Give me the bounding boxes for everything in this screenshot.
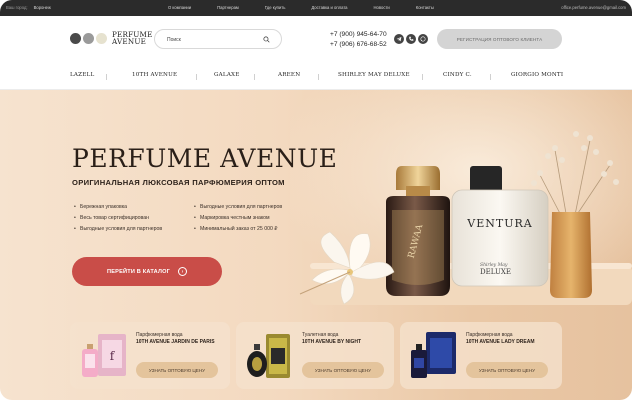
brand-divider xyxy=(196,74,197,80)
product-name[interactable]: 10TH AVENUE BY NIGHT xyxy=(302,339,388,345)
messenger-links xyxy=(394,34,428,44)
brand-divider xyxy=(106,74,107,80)
get-wholesale-price-button[interactable]: УЗНАТЬ ОПТОВУЮ ЦЕНУ xyxy=(136,362,218,378)
product-image-jardin-de-paris: f xyxy=(82,334,126,377)
telegram-icon[interactable] xyxy=(394,34,404,44)
top-nav-about[interactable]: О компании xyxy=(168,5,191,10)
brand-divider xyxy=(422,74,423,80)
logo-mark[interactable] xyxy=(70,33,107,44)
go-to-catalog-button[interactable]: ПЕРЕЙТИ В КАТАЛОГ › xyxy=(72,257,222,286)
top-nav-contacts[interactable]: Контакты xyxy=(416,5,434,10)
city-selector[interactable]: Ваш город: Воронеж xyxy=(6,5,51,10)
brand-divider xyxy=(254,74,255,80)
product-card[interactable]: f Парфюмерная вода 10TH AVENUE JARDIN DE… xyxy=(70,322,230,389)
search-icon[interactable] xyxy=(263,36,270,43)
hero-feature-item: Маркировка честным знаком xyxy=(194,215,270,221)
vase-body xyxy=(550,212,592,298)
top-nav-news[interactable]: Новости xyxy=(374,5,390,10)
top-nav-delivery[interactable]: Доставка и оплата xyxy=(311,5,347,10)
product-name[interactable]: 10TH AVENUE JARDIN DE PARIS xyxy=(136,339,224,345)
product-type: Туалетная вода xyxy=(302,332,339,338)
brand-cindy-c[interactable]: CINDY C. xyxy=(443,72,472,78)
get-wholesale-price-button[interactable]: УЗНАТЬ ОПТОВУЮ ЦЕНУ xyxy=(466,362,548,378)
contact-email[interactable]: office.perfume.avenue@gmail.com xyxy=(561,5,626,10)
city-label: Ваш город: xyxy=(6,5,28,10)
get-wholesale-price-button[interactable]: УЗНАТЬ ОПТОВУЮ ЦЕНУ xyxy=(302,362,384,378)
top-nav-partners[interactable]: Партнерам xyxy=(217,5,239,10)
search-box[interactable] xyxy=(154,29,282,49)
phone-1[interactable]: +7 (900) 945-64-70 xyxy=(330,30,387,40)
hero-feature-item: Бережная упаковка xyxy=(74,204,127,210)
logo-dot-grey xyxy=(83,33,94,44)
brand-giorgio-monti[interactable]: GIORGIO MONTI xyxy=(511,72,563,78)
hero-title: PERFUME AVENUE xyxy=(72,144,338,173)
hero-feature-item: Весь товар сертифицирован xyxy=(74,215,149,221)
logo-line-2: AVENUE xyxy=(112,37,147,46)
brand-shirley-may-deluxe[interactable]: SHIRLEY MAY DELUXE xyxy=(338,72,410,78)
product-type: Парфюмерная вода xyxy=(466,332,513,338)
product-image-by-night xyxy=(247,334,290,378)
hero-feature-item: Минимальный заказ от 25 000 ₽ xyxy=(194,226,278,232)
phone-2[interactable]: +7 (906) 676-68-52 xyxy=(330,40,387,50)
city-value[interactable]: Воронеж xyxy=(34,5,51,10)
top-nav: О компании Партнерам Где купить Доставка… xyxy=(168,5,434,10)
arrow-right-icon: › xyxy=(178,267,187,276)
whatsapp-icon[interactable] xyxy=(418,34,428,44)
product-card[interactable]: Парфюмерная вода 10TH AVENUE LADY DREAM … xyxy=(400,322,562,389)
phone-numbers: +7 (900) 945-64-70 +7 (906) 676-68-52 xyxy=(330,30,387,50)
brand-lazell[interactable]: LAZELL xyxy=(70,72,94,78)
top-nav-where-to-buy[interactable]: Где купить xyxy=(265,5,286,10)
product-name[interactable]: 10TH AVENUE LADY DREAM xyxy=(466,339,556,345)
logo-dot-cream xyxy=(96,33,107,44)
hero-feature-item: Выгодные условия для партнеров xyxy=(194,204,282,210)
brand-10th-avenue[interactable]: 10TH AVENUE xyxy=(132,72,177,78)
brand-nav: LAZELL 10TH AVENUE GALAXE AREEN SHIRLEY … xyxy=(0,64,632,90)
page: Ваш город: Воронеж О компании Партнерам … xyxy=(0,0,632,400)
brand-divider xyxy=(490,74,491,80)
product-card[interactable]: Туалетная вода 10TH AVENUE BY NIGHT УЗНА… xyxy=(236,322,394,389)
hero-product-image: VENTURA Shirley May DELUXE RAWAA xyxy=(290,90,632,320)
viber-icon[interactable] xyxy=(406,34,416,44)
hero-subtitle: ОРИГИНАЛЬНАЯ ЛЮКСОВАЯ ПАРФЮМЕРИЯ ОПТОМ xyxy=(72,178,285,187)
top-bar: Ваш город: Воронеж О компании Партнерам … xyxy=(0,0,632,16)
brand-areen[interactable]: AREEN xyxy=(278,72,300,78)
logo-text[interactable]: PERFUME AVENUE xyxy=(112,31,153,45)
logo-dot-dark xyxy=(70,33,81,44)
bottle-deluxe-label-line2: DELUXE xyxy=(480,268,511,276)
catalog-button-label: ПЕРЕЙТИ В КАТАЛОГ xyxy=(106,268,170,275)
search-input[interactable] xyxy=(167,35,257,45)
bottle-ventura-label: VENTURA xyxy=(466,217,532,230)
wholesale-registration-button[interactable]: РЕГИСТРАЦИЯ ОПТОВОГО КЛИЕНТА xyxy=(437,29,562,49)
brand-divider xyxy=(318,74,319,80)
hero-feature-item: Выгодные условия для партнеров xyxy=(74,226,162,232)
product-type: Парфюмерная вода xyxy=(136,332,183,338)
product-image-lady-dream xyxy=(411,332,456,378)
brand-galaxe[interactable]: GALAXE xyxy=(214,72,240,78)
